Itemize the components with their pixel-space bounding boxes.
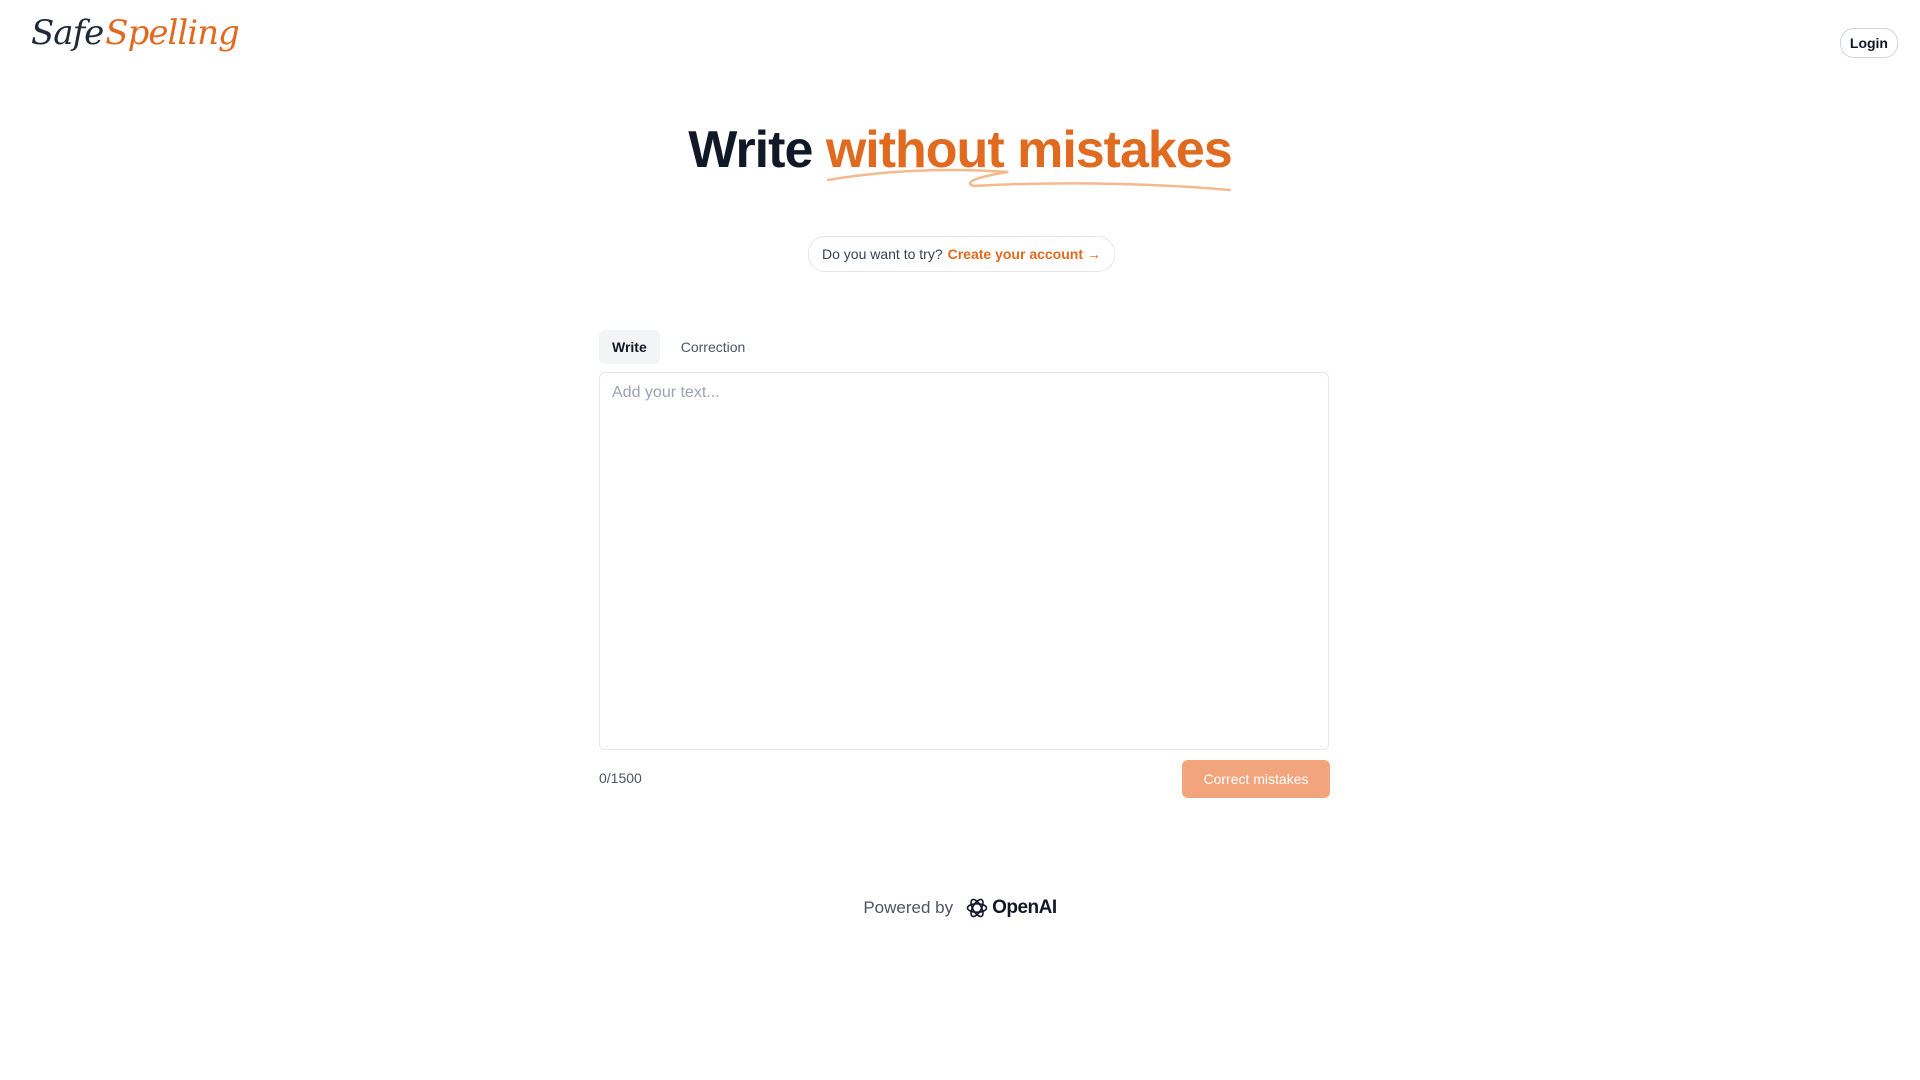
- text-input[interactable]: [599, 372, 1329, 750]
- powered-by-label: Powered by: [863, 898, 954, 917]
- safespelling-logo[interactable]: Safe Spelling: [31, 13, 240, 53]
- title-plain: Write: [688, 121, 813, 179]
- tab-correction[interactable]: Correction: [668, 330, 759, 364]
- scribble-underline-icon: [826, 168, 1231, 192]
- editor-tabs: Write Correction: [599, 330, 758, 364]
- powered-by: Powered by OpenAI: [0, 896, 1920, 920]
- page: Safe Spelling Login Write without mistak…: [0, 0, 1920, 1080]
- openai-brand[interactable]: OpenAI: [965, 896, 1057, 920]
- logo-text-spelling: Spelling: [105, 13, 239, 53]
- character-counter: 0/1500: [599, 770, 642, 786]
- try-question: Do you want to try?: [822, 246, 943, 262]
- logo-text-safe: Safe: [31, 13, 104, 53]
- correct-mistakes-button[interactable]: Correct mistakes: [1182, 760, 1330, 798]
- page-title: Write without mistakes: [0, 118, 1920, 192]
- tab-write[interactable]: Write: [599, 330, 660, 364]
- login-button[interactable]: Login: [1839, 28, 1898, 58]
- openai-logo-icon: [966, 898, 988, 918]
- try-banner: Do you want to try? Create your account …: [808, 236, 1115, 272]
- title-accent-wrap: without mistakes: [826, 118, 1233, 192]
- openai-brand-name: OpenAI: [992, 897, 1057, 918]
- create-account-link[interactable]: Create your account →: [948, 246, 1101, 262]
